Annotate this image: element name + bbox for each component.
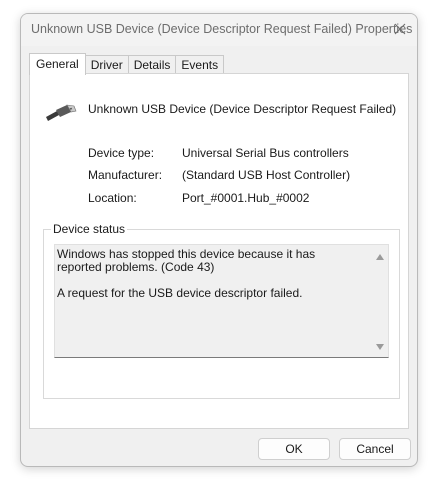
device-type-value: Universal Serial Bus controllers — [182, 146, 349, 160]
manufacturer-value: (Standard USB Host Controller) — [182, 168, 351, 182]
location-value: Port_#0001.Hub_#0002 — [182, 191, 310, 205]
cancel-button[interactable]: Cancel — [339, 438, 411, 460]
device-type-label: Device type: — [88, 146, 155, 160]
scroll-down-arrow[interactable] — [375, 341, 385, 351]
scroll-up-icon — [376, 254, 384, 260]
tab-driver[interactable]: Driver — [84, 55, 129, 74]
general-tab-panel: Unknown USB Device (Device Descriptor Re… — [29, 73, 409, 429]
window-title: Unknown USB Device (Device Descriptor Re… — [31, 22, 413, 36]
properties-dialog: Unknown USB Device (Device Descriptor Re… — [20, 13, 418, 467]
manufacturer-label: Manufacturer: — [88, 168, 163, 182]
tab-strip: General Driver Details Events — [29, 52, 225, 75]
usb-plug-icon — [45, 104, 77, 127]
device-name: Unknown USB Device (Device Descriptor Re… — [88, 102, 397, 116]
tab-events[interactable]: Events — [175, 55, 225, 74]
close-button[interactable] — [383, 14, 417, 44]
ok-button[interactable]: OK — [258, 438, 330, 460]
device-status-text: Windows has stopped this device because … — [57, 247, 316, 300]
title-bar: Unknown USB Device (Device Descriptor Re… — [21, 14, 417, 46]
tab-details[interactable]: Details — [127, 55, 177, 74]
location-label: Location: — [88, 191, 137, 205]
scroll-up-arrow[interactable] — [375, 251, 385, 261]
device-status-textbox[interactable]: Windows has stopped this device because … — [54, 244, 389, 358]
close-icon — [394, 23, 406, 35]
tab-general[interactable]: General — [29, 53, 86, 75]
device-status-legend: Device status — [51, 222, 128, 236]
scroll-down-icon — [376, 344, 384, 350]
device-status-group: Device status Windows has stopped this d… — [43, 222, 400, 399]
